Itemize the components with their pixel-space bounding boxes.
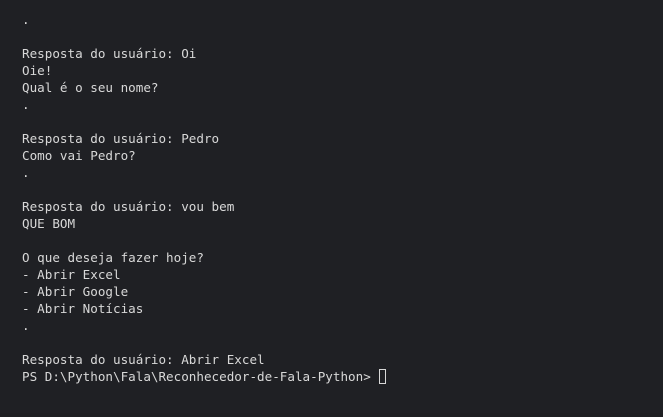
terminal-line: - Abrir Excel — [22, 267, 121, 282]
terminal-line: . — [22, 12, 30, 27]
terminal-line: Oie! — [22, 63, 53, 78]
terminal-line: Como vai Pedro? — [22, 148, 136, 163]
terminal-line: Resposta do usuário: vou bem — [22, 199, 235, 214]
terminal-line: - Abrir Notícias — [22, 301, 144, 316]
terminal-line: Resposta do usuário: Pedro — [22, 131, 220, 146]
terminal-line: - Abrir Google — [22, 284, 129, 299]
terminal-prompt: PS D:\Python\Fala\Reconhecedor-de-Fala-P… — [22, 369, 371, 384]
terminal-line: Resposta do usuário: Oi — [22, 46, 197, 61]
terminal-prompt-line[interactable]: PS D:\Python\Fala\Reconhecedor-de-Fala-P… — [22, 368, 386, 385]
terminal-line: Resposta do usuário: Abrir Excel — [22, 352, 265, 367]
terminal-line: QUE BOM — [22, 216, 76, 231]
terminal-line: . — [22, 318, 30, 333]
terminal-line: Qual é o seu nome? — [22, 80, 159, 95]
terminal-bottom-edge — [0, 413, 663, 417]
terminal-panel[interactable]: . Resposta do usuário: Oi Oie! Qual é o … — [0, 0, 663, 417]
terminal-output: . Resposta do usuário: Oi Oie! Qual é o … — [22, 0, 386, 385]
terminal-line: . — [22, 97, 30, 112]
terminal-line: . — [22, 165, 30, 180]
terminal-line: O que deseja fazer hoje? — [22, 250, 204, 265]
text-cursor[interactable] — [378, 369, 386, 384]
